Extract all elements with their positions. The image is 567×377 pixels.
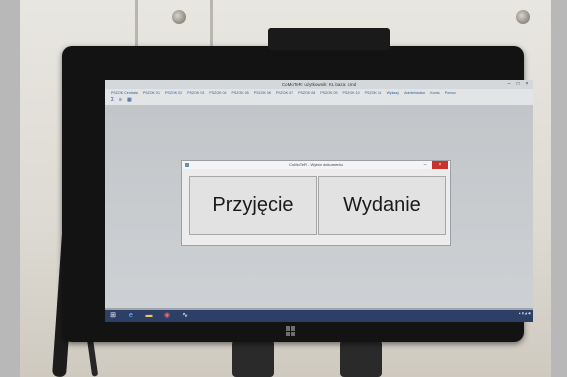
app-titlebar: CoMoTeR: użytkownik: KL baza: cmd – □ ×	[105, 80, 533, 89]
menu-item[interactable]: Wykazy	[387, 89, 400, 97]
minimize-icon[interactable]: –	[505, 80, 513, 88]
right-border	[551, 0, 567, 377]
sigma-icon[interactable]: Σ	[111, 98, 117, 103]
app-icon[interactable]: ◉	[163, 312, 171, 320]
menu-item[interactable]: PSZOK 05	[232, 89, 249, 97]
menu-item[interactable]: PSZOK 03	[187, 89, 204, 97]
windows-start-icon[interactable]: ⊞	[109, 312, 117, 320]
photo: CoMoTeR: użytkownik: KL baza: cmd – □ × …	[0, 0, 567, 377]
internet-explorer-icon[interactable]: e	[127, 312, 135, 320]
dialog-title: CoMoTeR - Wybór dokumentu	[289, 162, 343, 167]
document-choice-dialog: CoMoTeR - Wybór dokumentu – × Przyjęcie …	[181, 160, 451, 246]
file-explorer-icon[interactable]: ▬	[145, 312, 153, 320]
chart-icon[interactable]: ∿	[181, 312, 189, 320]
menu-item[interactable]: PSZOK 07	[276, 89, 293, 97]
windows-logo-icon[interactable]	[286, 326, 296, 336]
close-icon[interactable]: ×	[432, 161, 448, 169]
dialog-titlebar: CoMoTeR - Wybór dokumentu – ×	[182, 161, 450, 169]
menu-item[interactable]: PSZOK 02	[165, 89, 182, 97]
menu-item[interactable]: PSZOK Centrala	[111, 89, 138, 97]
wydanie-button[interactable]: Wydanie	[318, 176, 446, 235]
mount-bracket	[232, 340, 274, 377]
taskbar: ⊞ e ▬ ◉ ∿ ▲ ▮ ◢ ◀)	[105, 310, 533, 322]
menu-item[interactable]: PSZOK 04	[209, 89, 226, 97]
grid-icon[interactable]: ▦	[127, 98, 133, 103]
menu-item[interactable]: Pomoc	[445, 89, 456, 97]
mount-bracket	[340, 340, 382, 377]
maximize-icon[interactable]: □	[514, 80, 522, 88]
minimize-icon[interactable]: –	[420, 161, 430, 169]
menu-item[interactable]: PSZOK 11	[365, 89, 382, 97]
close-icon[interactable]: ×	[523, 80, 531, 88]
system-tray: ▲ ▮ ◢ ◀)	[518, 311, 531, 315]
list-icon[interactable]: ≡	[119, 98, 125, 103]
tablet-screen: CoMoTeR: użytkownik: KL baza: cmd – □ × …	[105, 80, 533, 322]
menu-item[interactable]: Konto	[430, 89, 439, 97]
screw	[516, 10, 530, 24]
przyjecie-button[interactable]: Przyjęcie	[189, 176, 317, 235]
menu-item[interactable]: Administrator	[404, 89, 425, 97]
menu-bar: PSZOK Centrala PSZOK 01 PSZOK 02 PSZOK 03 PS…	[105, 89, 533, 97]
left-border	[0, 0, 20, 377]
menu-item[interactable]: PSZOK 08	[298, 89, 315, 97]
menu-item[interactable]: PSZOK 06	[254, 89, 271, 97]
menu-item[interactable]: PSZOK 09	[320, 89, 337, 97]
app-title: CoMoTeR: użytkownik: KL baza: cmd	[281, 82, 357, 87]
menu-item[interactable]: PSZOK 10	[342, 89, 359, 97]
toolbar: Σ ≡ ▦	[105, 97, 533, 105]
screw	[172, 10, 186, 24]
menu-item[interactable]: PSZOK 01	[143, 89, 160, 97]
mount-clamp	[268, 28, 390, 50]
